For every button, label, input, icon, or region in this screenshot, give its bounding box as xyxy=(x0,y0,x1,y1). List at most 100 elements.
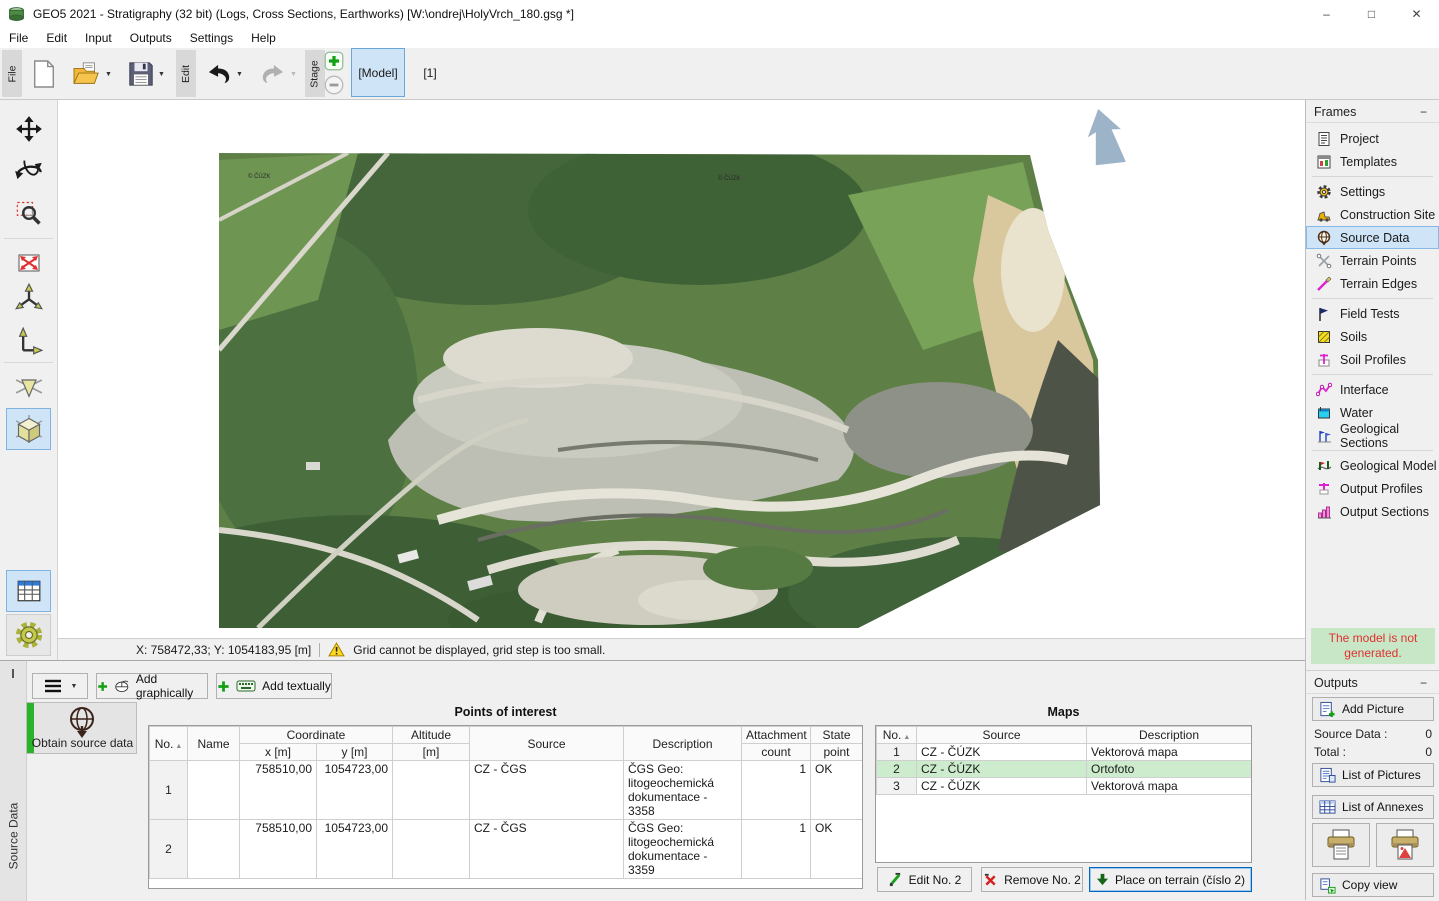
maps-header-source[interactable]: Source xyxy=(917,727,1087,744)
zoom-window-tool-button[interactable] xyxy=(6,192,51,234)
maps-header-description[interactable]: Description xyxy=(1087,727,1252,744)
stage-1-button[interactable]: [1] xyxy=(410,48,450,97)
close-button[interactable]: ✕ xyxy=(1394,0,1439,28)
frame-item-output-sections[interactable]: Output Sections xyxy=(1306,500,1439,523)
remove-stage-button[interactable] xyxy=(324,75,344,95)
menu-outputs[interactable]: Outputs xyxy=(121,29,181,47)
frame-label: Geological Sections xyxy=(1340,422,1438,450)
frame-label: Soils xyxy=(1340,330,1367,344)
print-document-button[interactable] xyxy=(1312,823,1370,867)
construction-site-icon xyxy=(1316,207,1332,223)
poi-header-name[interactable]: Name xyxy=(188,727,240,761)
outputs-panel: Outputs − Add Picture Source Data : 0 To… xyxy=(1305,670,1439,900)
menu-settings[interactable]: Settings xyxy=(181,29,242,47)
window-title: GEO5 2021 - Stratigraphy (32 bit) (Logs,… xyxy=(33,7,574,21)
settings-tool-button[interactable] xyxy=(6,614,51,656)
print-picture-button[interactable] xyxy=(1376,823,1434,867)
frames-panel: Frames − Project Templates Settings Cons… xyxy=(1305,100,1439,670)
list-menu-button[interactable]: ▼ xyxy=(32,673,88,699)
edit-group-tab[interactable]: Edit xyxy=(176,50,196,97)
title-bar: GEO5 2021 - Stratigraphy (32 bit) (Logs,… xyxy=(0,0,1439,28)
source-data-count-label: Source Data : xyxy=(1314,727,1387,741)
soils-icon xyxy=(1316,329,1332,345)
frame-item-source-data[interactable]: Source Data xyxy=(1306,226,1439,249)
edit-map-button[interactable]: Edit No. 2 xyxy=(877,867,972,892)
maps-table-title: Maps xyxy=(875,705,1252,719)
total-count-value: 0 xyxy=(1425,745,1432,759)
stage-group-tab[interactable]: Stage xyxy=(305,50,325,97)
copy-view-button[interactable]: Copy view xyxy=(1312,873,1434,897)
frame-item-project[interactable]: Project xyxy=(1306,127,1439,150)
remove-map-button[interactable]: Remove No. 2 xyxy=(981,867,1083,892)
menu-edit[interactable]: Edit xyxy=(37,29,76,47)
maximize-button[interactable]: □ xyxy=(1349,0,1394,28)
maps-row-3[interactable]: 3 CZ - ČÚZK Vektorová mapa xyxy=(877,778,1252,795)
frame-item-geological-model[interactable]: Geological Model xyxy=(1306,454,1439,477)
table-view-tool-button[interactable] xyxy=(6,570,51,612)
pan-tool-button[interactable] xyxy=(6,108,51,150)
save-file-button[interactable]: ▼ xyxy=(122,52,170,96)
poi-row-2[interactable]: 2 758510,00 1054723,00 CZ - ČGS ČGS Geo:… xyxy=(150,820,863,879)
menu-bar: File Edit Input Outputs Settings Help xyxy=(0,28,1439,48)
poi-header-state: State xyxy=(811,727,863,744)
add-picture-button[interactable]: Add Picture xyxy=(1312,697,1434,721)
menu-help[interactable]: Help xyxy=(242,29,285,47)
cell-state: OK xyxy=(811,761,863,820)
undo-button[interactable]: ▼ xyxy=(200,52,248,96)
remove-map-label: Remove No. 2 xyxy=(1004,873,1081,887)
axes-3d-tool-button[interactable] xyxy=(6,276,51,318)
rotate-tool-button[interactable] xyxy=(6,150,51,192)
gear-icon xyxy=(14,620,44,650)
frame-item-terrain-edges[interactable]: Terrain Edges xyxy=(1306,272,1439,295)
open-file-button[interactable]: ▼ xyxy=(68,52,116,96)
undo-dropdown-icon[interactable]: ▼ xyxy=(236,71,243,78)
poi-header-no[interactable]: No.▲ xyxy=(150,727,188,761)
frame-item-terrain-points[interactable]: Terrain Points xyxy=(1306,249,1439,272)
new-file-button[interactable] xyxy=(26,52,62,96)
maps-row-1[interactable]: 1 CZ - ČÚZK Vektorová mapa xyxy=(877,744,1252,761)
frame-item-templates[interactable]: Templates xyxy=(1306,150,1439,173)
model-canvas[interactable]: © ČÚZK © ČÚZK xyxy=(58,100,1305,638)
outputs-minimize-button[interactable]: − xyxy=(1416,676,1431,690)
menu-file[interactable]: File xyxy=(0,29,37,47)
frame-item-geological-sections[interactable]: Geological Sections xyxy=(1306,424,1439,447)
axes-2d-tool-button[interactable] xyxy=(6,320,51,362)
frame-item-settings[interactable]: Settings xyxy=(1306,180,1439,203)
add-textually-button[interactable]: Add textually xyxy=(216,673,332,699)
list-of-pictures-button[interactable]: List of Pictures xyxy=(1312,763,1434,787)
poi-row-1[interactable]: 1 758510,00 1054723,00 CZ - ČGS ČGS Geo:… xyxy=(150,761,863,820)
frame-item-soil-profiles[interactable]: Soil Profiles xyxy=(1306,348,1439,371)
add-stage-button[interactable] xyxy=(324,51,344,71)
poi-header-y: y [m] xyxy=(317,744,393,761)
cell-name xyxy=(188,820,240,879)
place-on-terrain-button[interactable]: Place on terrain (číslo 2) xyxy=(1089,867,1252,892)
frames-minimize-button[interactable]: − xyxy=(1416,105,1431,119)
redo-button[interactable]: ▼ xyxy=(254,52,302,96)
frame-item-output-profiles[interactable]: Output Profiles xyxy=(1306,477,1439,500)
save-dropdown-icon[interactable]: ▼ xyxy=(158,71,165,78)
list-of-annexes-button[interactable]: List of Annexes xyxy=(1312,795,1434,819)
list-dropdown-icon[interactable]: ▼ xyxy=(71,683,78,690)
stage-model-button[interactable]: [Model] xyxy=(351,48,405,97)
poi-table: No.▲ Name Coordinate Altitude Source Des… xyxy=(148,725,863,889)
open-dropdown-icon[interactable]: ▼ xyxy=(105,71,112,78)
panel-grip[interactable] xyxy=(12,669,14,678)
obtain-source-data-button[interactable]: Obtain source data xyxy=(26,702,137,754)
perspective-view-tool-button[interactable] xyxy=(6,366,51,408)
minimize-button[interactable]: – xyxy=(1304,0,1349,28)
poi-header-altitude: Altitude xyxy=(393,727,470,744)
axonometric-view-tool-button[interactable] xyxy=(6,408,51,450)
cell-no: 3 xyxy=(877,778,917,795)
file-group-tab[interactable]: File xyxy=(2,50,22,97)
maps-row-2-selected[interactable]: 2 CZ - ČÚZK Ortofoto xyxy=(877,761,1252,778)
maps-header-no[interactable]: No.▲ xyxy=(877,727,917,744)
print-document-icon xyxy=(1324,829,1358,861)
menu-input[interactable]: Input xyxy=(76,29,121,47)
frame-item-soils[interactable]: Soils xyxy=(1306,325,1439,348)
frame-item-interface[interactable]: Interface xyxy=(1306,378,1439,401)
frame-item-construction-site[interactable]: Construction Site xyxy=(1306,203,1439,226)
frame-label: Water xyxy=(1340,406,1373,420)
frame-item-field-tests[interactable]: Field Tests xyxy=(1306,302,1439,325)
orthophoto-map: © ČÚZK © ČÚZK xyxy=(58,100,1305,638)
add-graphically-button[interactable]: Add graphically xyxy=(96,673,208,699)
